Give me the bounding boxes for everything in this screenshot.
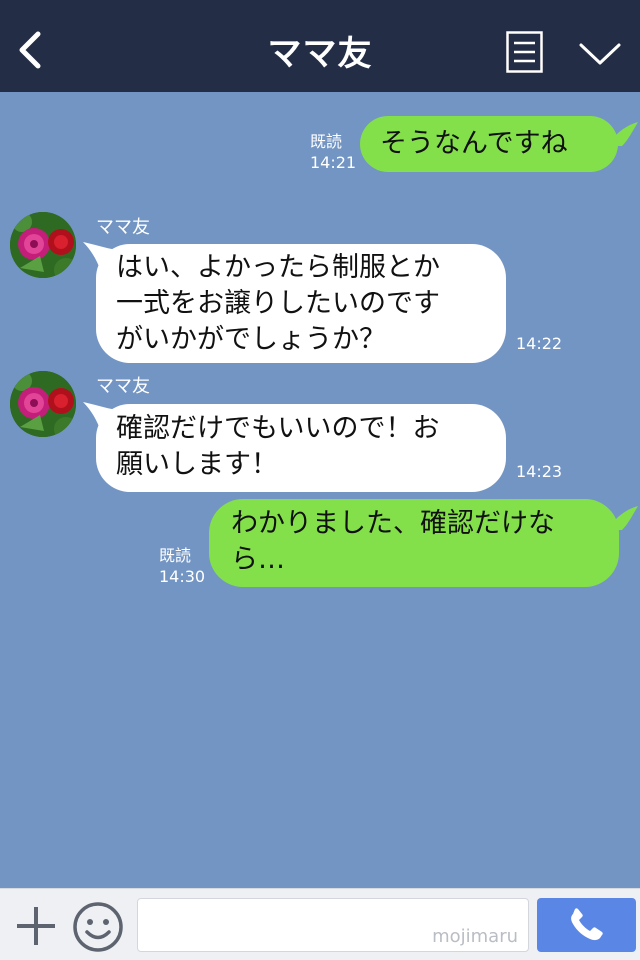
read-receipt: 既読 (310, 132, 343, 151)
chat-area[interactable]: 既読 14:21 そうなんですね ママ友 はい、よかったら制服とか 一式をお譲り… (0, 92, 640, 888)
message-time: 14:23 (516, 462, 563, 481)
message-input-bar: mojimaru (0, 888, 640, 960)
message-time: 14:21 (310, 153, 357, 172)
read-receipt: 既読 (159, 546, 192, 565)
bubble-tail (606, 506, 638, 530)
my-message-bubble[interactable]: そうなんですね (360, 116, 618, 172)
message-line: 一式をお譲りしたいのです (116, 288, 440, 319)
message-meta: 既読 14:30 (159, 545, 205, 587)
smile-icon[interactable] (72, 901, 124, 953)
rose-avatar-image (10, 371, 76, 437)
message-line: ら… (231, 544, 285, 575)
chat-title: ママ友 (267, 34, 373, 74)
call-button[interactable] (537, 898, 636, 952)
their-message-bubble[interactable]: 確認だけでもいいので！お 願いします！ (96, 404, 506, 492)
avatar[interactable] (10, 212, 76, 278)
message-line: がいかがでしょうか？ (116, 324, 386, 355)
sender-name: ママ友 (96, 217, 150, 238)
message-line: 願いします！ (116, 449, 278, 480)
watermark-text: mojimaru (432, 926, 518, 947)
message-line: わかりました、確認だけな (231, 508, 555, 539)
bubble-tail (606, 122, 638, 146)
message-input[interactable]: mojimaru (137, 898, 529, 952)
their-message-bubble[interactable]: はい、よかったら制服とか 一式をお譲りしたいのです がいかがでしょうか？ (96, 244, 506, 363)
plus-icon[interactable] (14, 904, 58, 948)
message-text: そうなんですね (380, 128, 568, 159)
message-meta: 既読 14:21 (310, 131, 356, 173)
menu-icon[interactable] (506, 31, 543, 73)
message-time: 14:22 (516, 334, 563, 353)
chat-header: ママ友 (0, 0, 640, 92)
my-message-bubble[interactable]: わかりました、確認だけな ら… (209, 499, 619, 587)
message-time: 14:30 (159, 567, 206, 586)
avatar[interactable] (10, 371, 76, 437)
message-line: 確認だけでもいいので！お (116, 413, 440, 444)
collapse-chevron-down-icon[interactable] (578, 38, 622, 68)
rose-avatar-image (10, 212, 76, 278)
message-line: はい、よかったら制服とか (116, 252, 440, 283)
phone-icon (571, 908, 603, 941)
sender-name: ママ友 (96, 376, 150, 397)
